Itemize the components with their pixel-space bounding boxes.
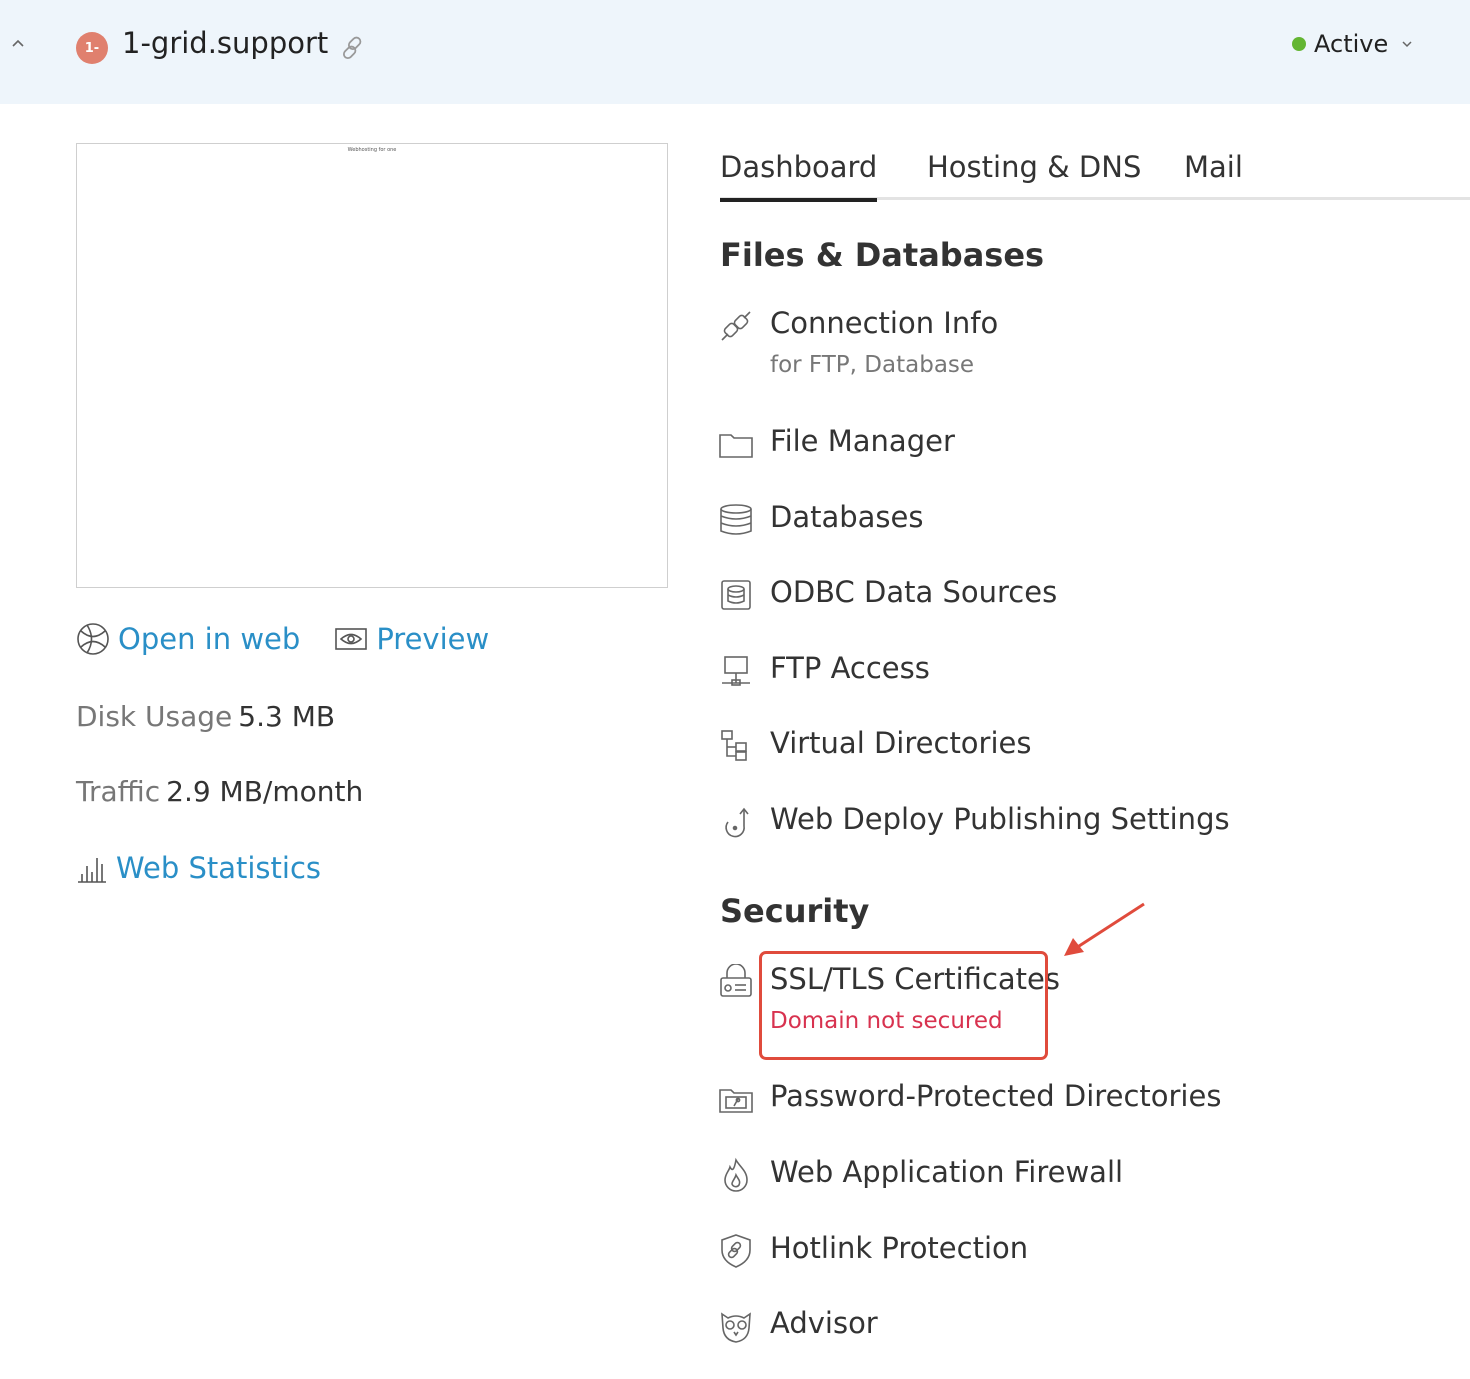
ftp-access-label: FTP Access xyxy=(770,651,930,685)
section-title-files: Files & Databases xyxy=(720,236,1045,274)
preview-eye-icon xyxy=(335,628,368,650)
odbc-label: ODBC Data Sources xyxy=(770,575,1058,609)
open-in-web-link[interactable]: Open in web xyxy=(76,622,300,656)
ftp-icon xyxy=(722,656,750,686)
traffic-value: 2.9 MB/month xyxy=(166,775,364,808)
status-dropdown[interactable]: Active xyxy=(1292,30,1414,58)
globe-icon xyxy=(77,623,109,655)
bar-chart-icon xyxy=(78,858,106,883)
advisor-label: Advisor xyxy=(770,1306,878,1340)
connection-info-sub: for FTP, Database xyxy=(770,352,975,378)
protected-folder-icon xyxy=(719,1089,753,1113)
annotation-arrow-icon xyxy=(1064,902,1145,956)
file-manager-label: File Manager xyxy=(770,424,955,458)
disk-usage-value: 5.3 MB xyxy=(238,700,336,733)
web-deploy-icon xyxy=(725,807,749,838)
domain-badge-icon: 1- xyxy=(76,32,108,64)
status-dot-icon xyxy=(1292,37,1306,51)
link-icon[interactable] xyxy=(338,33,368,63)
open-in-web-label: Open in web xyxy=(118,622,301,656)
tab-dashboard[interactable]: Dashboard xyxy=(720,150,878,202)
web-deploy-label: Web Deploy Publishing Settings xyxy=(770,802,1230,836)
preview-label: Preview xyxy=(376,622,490,656)
password-protected-directories-label: Password-Protected Directories xyxy=(770,1079,1222,1113)
hotlink-shield-icon xyxy=(721,1234,751,1268)
hotlink-protection-label: Hotlink Protection xyxy=(770,1231,1029,1265)
traffic-label: Traffic xyxy=(76,775,161,808)
databases-label: Databases xyxy=(770,500,924,534)
chevron-down-icon xyxy=(1402,41,1412,48)
tab-bar: Dashboard Hosting & DNS Mail xyxy=(720,146,1470,202)
site-thumbnail[interactable]: Webhosting for one xyxy=(76,143,668,588)
odbc-icon xyxy=(721,580,751,610)
disk-usage-label: Disk Usage xyxy=(76,700,233,733)
traffic: Traffic 2.9 MB/month xyxy=(76,775,363,808)
database-icon xyxy=(720,504,752,535)
section-title-security: Security xyxy=(720,892,870,930)
tab-hosting-dns[interactable]: Hosting & DNS xyxy=(927,150,1141,198)
thumbnail-caption: Webhosting for one xyxy=(347,147,397,153)
disk-usage: Disk Usage 5.3 MB xyxy=(76,700,335,733)
highlight-box xyxy=(759,951,1048,1060)
ssl-lock-icon xyxy=(720,964,752,997)
firewall-flame-icon xyxy=(724,1157,748,1192)
status-label: Active xyxy=(1314,30,1389,58)
web-application-firewall-label: Web Application Firewall xyxy=(770,1155,1124,1189)
preview-link[interactable]: Preview xyxy=(334,622,489,656)
connection-info-label: Connection Info xyxy=(770,306,999,340)
domain-header: 1- 1-grid.support Active xyxy=(0,0,1470,104)
web-statistics-label: Web Statistics xyxy=(116,851,322,885)
advisor-owl-icon xyxy=(721,1312,751,1343)
tab-mail[interactable]: Mail xyxy=(1184,150,1243,198)
folder-icon xyxy=(719,434,753,458)
virtual-directories-label: Virtual Directories xyxy=(770,726,1032,760)
chevron-up-icon[interactable] xyxy=(8,33,28,53)
plug-icon xyxy=(721,311,751,341)
domain-name[interactable]: 1-grid.support xyxy=(122,26,328,60)
virtual-directories-icon xyxy=(721,730,747,761)
web-statistics-link[interactable]: Web Statistics xyxy=(76,851,321,885)
site-links: Open in web Preview xyxy=(76,622,489,656)
